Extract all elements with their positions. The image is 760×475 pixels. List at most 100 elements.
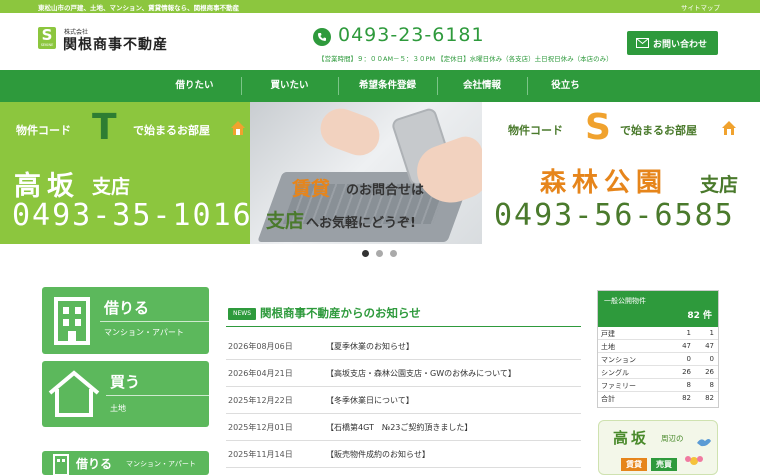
news-title: 関根商事不動産からのお知らせ — [260, 306, 421, 320]
right-branch-suffix: 支店 — [700, 174, 739, 196]
right-branch-name: 森林公園 — [540, 168, 669, 198]
card-rent-apartment-2[interactable]: 借りる マンション・アパート — [42, 451, 209, 475]
news-text[interactable]: 【夏季休業のお知らせ】 — [326, 341, 414, 352]
slider-dot[interactable] — [390, 250, 397, 257]
contact-button[interactable]: お問い合わせ — [627, 31, 718, 55]
row-label: ファミリー — [601, 382, 636, 390]
sitemap-link[interactable]: サイトマップ — [681, 2, 720, 12]
logo-icon[interactable]: S SEKINE — [38, 27, 56, 49]
row-label: 土地 — [601, 343, 615, 351]
mail-icon — [636, 38, 649, 48]
row-value: 47 — [682, 342, 691, 350]
nav-item-wish-register[interactable]: 希望条件登録 — [338, 70, 437, 102]
right-code-letter: S — [585, 107, 611, 148]
building-icon — [53, 454, 69, 475]
right-code-suffix: で始まるお部屋 — [620, 124, 697, 137]
property-count-row[interactable]: ファミリー 8 8 — [598, 379, 718, 392]
row-value: 82 — [705, 394, 714, 402]
slider-dot[interactable] — [362, 250, 369, 257]
left-code-letter: T — [92, 107, 117, 148]
row-label: シングル — [601, 369, 629, 377]
slider-pagination — [362, 250, 402, 258]
main-phone-number[interactable]: 0493-23-6181 — [338, 24, 485, 46]
nav-item-rent[interactable]: 借りたい — [148, 70, 241, 102]
left-code-suffix: で始まるお部屋 — [133, 124, 210, 137]
banner-branch: 高坂 — [613, 429, 650, 447]
card-rent-apartment[interactable]: 借りる マンション・アパート — [42, 287, 209, 354]
card-title: 借りる — [76, 457, 113, 471]
property-count-total: 82 件 — [687, 311, 712, 321]
news-date: 2026年04月21日 — [228, 369, 293, 378]
house-icon — [48, 370, 100, 417]
property-count-row[interactable]: 戸建 1 1 — [598, 327, 718, 340]
news-text[interactable]: 【冬季休業日について】 — [326, 395, 414, 406]
property-count-header: 一般公開物件 82 件 — [598, 291, 718, 327]
news-date: 2025年12月01日 — [228, 423, 293, 432]
news-badge: NEWS — [228, 308, 256, 320]
banner-suffix: 周辺の — [661, 434, 684, 443]
card-title: 買う — [110, 373, 141, 391]
row-value: 0 — [709, 355, 714, 363]
row-label: 合計 — [601, 395, 615, 403]
news-item[interactable]: 2025年12月22日 【冬季休業日について】 — [226, 387, 581, 414]
news-text[interactable]: 【販売物件成約のお知らせ】 — [326, 449, 430, 460]
slider-dot[interactable] — [376, 250, 383, 257]
left-branch-suffix: 支店 — [92, 176, 131, 198]
logo-letter: S — [41, 26, 53, 44]
news-item[interactable]: 2025年11月14日 【販売物件成約のお知らせ】 — [226, 441, 581, 468]
header: S SEKINE 株式会社 関根商事不動産 0493-23-6181 【営業時間… — [0, 13, 760, 70]
card-divider — [100, 321, 209, 322]
hero-slider[interactable]: 物件コード T で始まるお部屋 高坂 支店 0493-35-1016 賃貸 のお… — [0, 102, 760, 244]
card-divider — [106, 395, 209, 396]
left-branch-phone: 0493-35-1016 — [12, 198, 253, 233]
row-value: 47 — [705, 342, 714, 350]
nav-item-buy[interactable]: 買いたい — [241, 70, 338, 102]
main-nav: 借りたい 買いたい 希望条件登録 会社情報 役立ち — [0, 70, 760, 102]
nav-item-useful[interactable]: 役立ち — [527, 70, 604, 102]
left-code-label: 物件コード — [16, 124, 71, 137]
property-count-label: 一般公開物件 — [604, 297, 646, 305]
row-label: 戸建 — [601, 330, 615, 338]
row-value: 8 — [686, 381, 691, 389]
property-count-total-row: 合計 82 82 — [598, 392, 718, 405]
row-value: 1 — [709, 329, 714, 337]
building-icon — [54, 297, 90, 345]
card-subtitle: マンション・アパート — [126, 460, 196, 468]
news-item[interactable]: 2026年08月06日 【夏季休業のお知らせ】 — [226, 333, 581, 360]
tag-rent: 賃貸 — [621, 458, 647, 471]
row-value: 26 — [682, 368, 691, 376]
news-date: 2025年11月14日 — [228, 450, 293, 459]
phone-icon — [313, 28, 331, 46]
right-branch-phone: 0493-56-6585 — [494, 198, 735, 233]
business-hours: 【営業時間】９：００AM－５：３０PM 【定休日】水曜日休み（各支店）土日祝日休… — [318, 55, 613, 63]
news-divider — [226, 326, 581, 327]
logo-sub: SEKINE — [40, 43, 54, 47]
takasaka-area-banner[interactable]: 高坂 周辺の 賃貸 売買 — [598, 420, 718, 475]
house-icon — [722, 121, 736, 135]
news-item[interactable]: 2026年04月21日 【高坂支店・森林公園支店・GWのお休みについて】 — [226, 360, 581, 387]
card-subtitle: 土地 — [110, 404, 126, 413]
news-text[interactable]: 【高坂支店・森林公園支店・GWのお休みについて】 — [326, 368, 516, 379]
card-buy-land[interactable]: 買う 土地 — [42, 361, 209, 427]
center-copy-rent: 賃貸 — [292, 178, 331, 200]
center-copy-inquiry: のお問合せは — [346, 183, 425, 198]
flower-icon — [685, 456, 703, 465]
property-count-row[interactable]: 土地 47 47 — [598, 340, 718, 353]
contact-button-label: お問い合わせ — [653, 40, 708, 50]
row-value: 26 — [705, 368, 714, 376]
nav-item-company[interactable]: 会社情報 — [437, 70, 527, 102]
news-header: NEWS 関根商事不動産からのお知らせ — [226, 303, 581, 325]
row-value: 0 — [686, 355, 691, 363]
news-text[interactable]: 【石橋第4GT №23ご契約頂きました】 — [326, 422, 472, 433]
site-tagline: 東松山市の戸建、土地、マンション、賃貸情報なら、関根商事不動産 — [38, 4, 240, 12]
bird-icon — [697, 439, 711, 447]
row-value: 8 — [709, 381, 714, 389]
property-count-row[interactable]: マンション 0 0 — [598, 353, 718, 366]
property-count-row[interactable]: シングル 26 26 — [598, 366, 718, 379]
right-code-label: 物件コード — [508, 124, 563, 137]
card-subtitle: マンション・アパート — [104, 328, 184, 337]
logo-company-name[interactable]: 関根商事不動産 — [63, 34, 168, 54]
news-item[interactable]: 2025年12月01日 【石橋第4GT №23ご契約頂きました】 — [226, 414, 581, 441]
row-label: マンション — [601, 356, 636, 364]
house-icon — [231, 121, 245, 135]
